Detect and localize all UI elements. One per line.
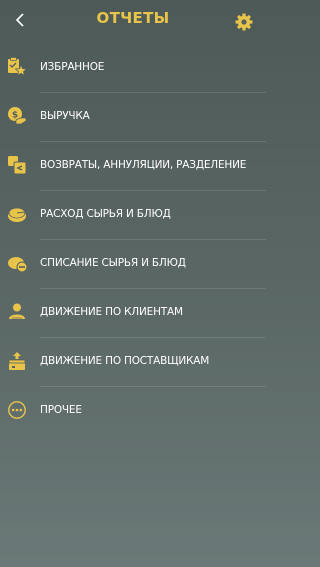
menu-item-revenue[interactable]: $ ВЫРУЧКА (0, 93, 266, 142)
menu-item-clients[interactable]: ДВИЖЕНИЕ ПО КЛИЕНТАМ (0, 289, 266, 338)
menu-item-suppliers[interactable]: ДВИЖЕНИЕ ПО ПОСТАВЩИКАМ (0, 338, 266, 387)
menu-item-write-off[interactable]: СПИСАНИЕ СЫРЬЯ И БЛЮД (0, 240, 266, 289)
menu-item-label: ВОЗВРАТЫ, АННУЛЯЦИИ, РАЗДЕЛЕНИЕ (40, 159, 247, 171)
gear-icon (235, 13, 253, 31)
write-off-icon (7, 253, 28, 273)
menu-item-label: СПИСАНИЕ СЫРЬЯ И БЛЮД (40, 257, 186, 269)
page-title: ОТЧЕТЫ (96, 9, 170, 27)
menu-item-label: РАСХОД СЫРЬЯ И БЛЮД (40, 208, 171, 220)
suppliers-icon (7, 351, 27, 371)
consumption-icon (7, 204, 27, 224)
reports-menu: ИЗБРАННОЕ $ ВЫРУЧКА ВОЗВРАТЫ, АННУЛЯЦИИ,… (0, 44, 266, 436)
menu-item-returns[interactable]: ВОЗВРАТЫ, АННУЛЯЦИИ, РАЗДЕЛЕНИЕ (0, 142, 266, 191)
more-icon (7, 400, 27, 420)
menu-item-favorites[interactable]: ИЗБРАННОЕ (0, 44, 266, 93)
settings-button[interactable] (234, 12, 254, 32)
menu-item-label: ВЫРУЧКА (40, 110, 90, 122)
top-bar: ОТЧЕТЫ (0, 0, 266, 44)
menu-item-label: ДВИЖЕНИЕ ПО КЛИЕНТАМ (40, 306, 183, 318)
menu-item-label: ИЗБРАННОЕ (40, 61, 105, 73)
clients-icon (7, 302, 27, 322)
menu-item-consumption[interactable]: РАСХОД СЫРЬЯ И БЛЮД (0, 191, 266, 240)
menu-item-label: ДВИЖЕНИЕ ПО ПОСТАВЩИКАМ (40, 355, 210, 367)
menu-item-other[interactable]: ПРОЧЕЕ (0, 387, 266, 436)
revenue-icon: $ (7, 106, 27, 126)
menu-item-label: ПРОЧЕЕ (40, 404, 82, 416)
returns-icon (7, 155, 27, 175)
favorites-icon (7, 57, 28, 77)
